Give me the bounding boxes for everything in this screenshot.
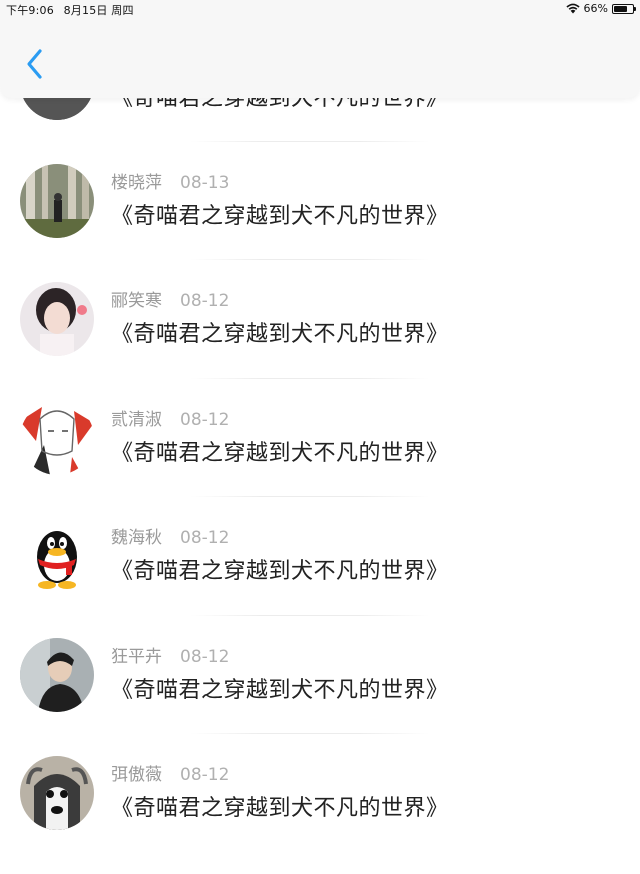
comment-title: 《奇喵君之穿越到犬不凡的世界》 bbox=[111, 204, 449, 229]
avatar bbox=[20, 756, 94, 830]
comment-date: 08-12 bbox=[180, 647, 230, 667]
comment-date: 08-12 bbox=[180, 765, 230, 785]
status-bar: 下午9:06 8月15日 周四 66% bbox=[0, 0, 640, 18]
user-name: 郦笑寒 bbox=[111, 291, 162, 311]
divider bbox=[190, 496, 430, 497]
status-date: 8月15日 周四 bbox=[63, 4, 134, 17]
comment-date: 08-12 bbox=[180, 528, 230, 548]
nav-bar bbox=[0, 18, 640, 98]
avatar bbox=[20, 282, 94, 356]
list-item[interactable]: 魏海秋 08-12 《奇喵君之穿越到犬不凡的世界》 bbox=[0, 519, 640, 637]
battery-icon bbox=[612, 3, 636, 14]
wifi-icon bbox=[565, 3, 580, 14]
list-item[interactable]: 狂平卉 08-12 《奇喵君之穿越到犬不凡的世界》 bbox=[0, 638, 640, 756]
chevron-left-icon bbox=[27, 49, 42, 79]
avatar bbox=[20, 519, 94, 593]
comment-date: 08-12 bbox=[180, 291, 230, 311]
user-name: 魏海秋 bbox=[111, 528, 162, 548]
status-time: 下午9:06 bbox=[6, 4, 54, 17]
comment-title: 《奇喵君之穿越到犬不凡的世界》 bbox=[111, 441, 449, 466]
list-item[interactable]: 郦笑寒 08-12 《奇喵君之穿越到犬不凡的世界》 bbox=[0, 282, 640, 400]
divider bbox=[190, 615, 430, 616]
user-name: 楼晓萍 bbox=[111, 173, 162, 193]
divider bbox=[190, 378, 430, 379]
back-button[interactable] bbox=[20, 46, 50, 82]
user-name: 弭傲薇 bbox=[111, 765, 162, 785]
comment-date: 08-12 bbox=[180, 410, 230, 430]
list-item[interactable]: 贰清淑 08-12 《奇喵君之穿越到犬不凡的世界》 bbox=[0, 401, 640, 519]
comment-date: 08-13 bbox=[180, 173, 230, 193]
avatar bbox=[20, 401, 94, 475]
user-name: 狂平卉 bbox=[111, 647, 162, 667]
avatar bbox=[20, 638, 94, 712]
comment-title: 《奇喵君之穿越到犬不凡的世界》 bbox=[111, 322, 449, 347]
avatar bbox=[20, 164, 94, 238]
battery-percent: 66% bbox=[583, 2, 608, 15]
divider bbox=[190, 259, 430, 260]
divider bbox=[190, 733, 430, 734]
comment-title: 《奇喵君之穿越到犬不凡的世界》 bbox=[111, 678, 449, 703]
comment-title: 《奇喵君之穿越到犬不凡的世界》 bbox=[111, 796, 449, 821]
comment-title: 《奇喵君之穿越到犬不凡的世界》 bbox=[111, 559, 449, 584]
list-item[interactable]: 弭傲薇 08-12 《奇喵君之穿越到犬不凡的世界》 bbox=[0, 756, 640, 874]
comment-list: 《奇喵君之穿越到犬不凡的世界》 楼晓萍 08-13 《奇喵君之穿越到犬不凡的世界》 bbox=[0, 0, 640, 853]
user-name: 贰清淑 bbox=[111, 410, 162, 430]
list-item[interactable]: 楼晓萍 08-13 《奇喵君之穿越到犬不凡的世界》 bbox=[0, 164, 640, 282]
divider bbox=[190, 141, 430, 142]
